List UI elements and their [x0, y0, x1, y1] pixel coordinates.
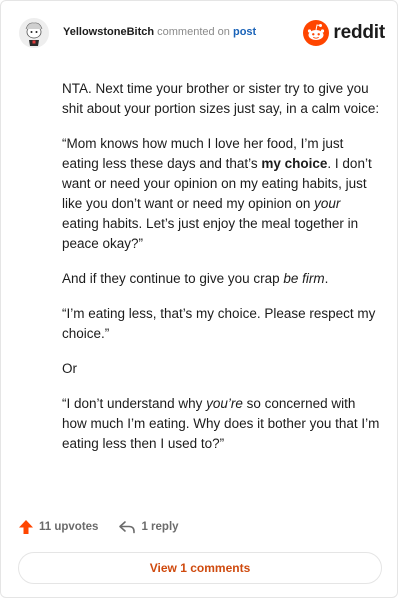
comment-text: “I’m eating less, that’s my choice. Plea… [62, 306, 376, 341]
comment-paragraph: “Mom knows how much I love her food, I’m… [62, 134, 380, 254]
user-avatar[interactable] [19, 18, 49, 48]
reddit-snoo-icon [303, 20, 330, 46]
action-text: commented on [157, 26, 230, 38]
comment-paragraph: “I’m eating less, that’s my choice. Plea… [62, 304, 380, 344]
comment-text: And if they continue to give you crap [62, 271, 284, 286]
comment-body: NTA. Next time your brother or sister tr… [62, 79, 380, 469]
italic-text: your [314, 196, 341, 211]
italic-text: you’re [206, 396, 243, 411]
reply-arrow-icon [119, 521, 136, 534]
italic-text: be firm [283, 271, 325, 286]
snoo-avatar-icon [19, 18, 49, 48]
comment-text: Or [62, 361, 77, 376]
upvote-button[interactable]: 11 upvotes [18, 519, 98, 535]
comment-header: YellowstoneBitch commented on post reddi… [19, 15, 385, 51]
bold-text: my choice [261, 156, 328, 171]
reply-count: 1 reply [141, 521, 179, 533]
comment-paragraph: Or [62, 359, 380, 379]
comment-text: NTA. Next time your brother or sister tr… [62, 81, 380, 116]
comment-paragraph: “I don’t understand why you’re so concer… [62, 394, 380, 454]
comment-paragraph: And if they continue to give you crap be… [62, 269, 380, 289]
comment-text: “I don’t understand why [62, 396, 207, 411]
view-comments-button[interactable]: View 1 comments [18, 552, 382, 584]
comment-meta: YellowstoneBitch commented on post [63, 26, 256, 38]
comment-card: YellowstoneBitch commented on post reddi… [0, 0, 398, 598]
comment-actions: 11 upvotes 1 reply [18, 516, 179, 538]
comment-paragraph: NTA. Next time your brother or sister tr… [62, 79, 380, 119]
username[interactable]: YellowstoneBitch [63, 26, 154, 38]
reply-button[interactable]: 1 reply [118, 519, 179, 535]
reddit-logo[interactable]: reddit [303, 19, 385, 47]
comment-text: eating habits. Let’s just enjoy the meal… [62, 216, 359, 251]
reddit-wordmark: reddit [333, 22, 385, 43]
upvote-count: 11 upvotes [39, 521, 99, 533]
comment-text: . [324, 271, 329, 286]
upvote-arrow-icon [19, 520, 33, 534]
post-link[interactable]: post [233, 26, 256, 38]
